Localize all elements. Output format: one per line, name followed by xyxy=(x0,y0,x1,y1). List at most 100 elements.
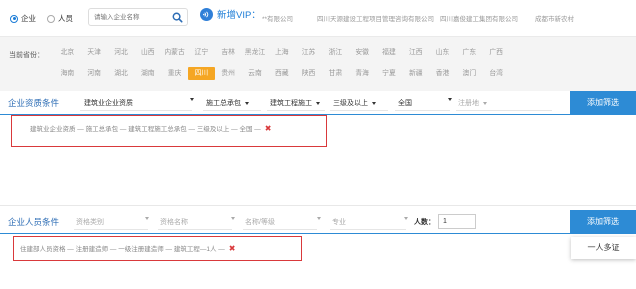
broadcast-icon xyxy=(200,7,213,21)
province-item[interactable]: 四川 xyxy=(187,67,215,80)
province-item[interactable]: 吉林 xyxy=(215,46,242,59)
vip-section: 新增VIP： xyxy=(200,7,261,21)
section-divider xyxy=(0,205,636,206)
radio-person-label: 人员 xyxy=(58,14,73,23)
qualification-result: 建筑业企业资质 — 施工总承包 — 建筑工程施工总承包 — 三级及以上 — 全国… xyxy=(30,123,272,134)
province-item[interactable]: 湖南 xyxy=(134,67,161,80)
province-item[interactable]: 上海 xyxy=(268,46,295,59)
province-item[interactable]: 江苏 xyxy=(295,46,322,59)
province-label: 当前省份： xyxy=(9,52,44,59)
province-item[interactable]: 广西 xyxy=(483,46,510,59)
search-input[interactable] xyxy=(94,9,172,25)
select-underline xyxy=(243,229,317,230)
caret-down-icon[interactable] xyxy=(400,217,408,220)
vip-label: 新增VIP： xyxy=(217,10,261,21)
qualification-category-select[interactable]: 资格类别 xyxy=(76,217,104,227)
caret-down-icon[interactable] xyxy=(186,98,194,101)
province-item[interactable]: 重庆 xyxy=(161,67,188,80)
province-item[interactable]: 宁夏 xyxy=(376,67,403,80)
province-item[interactable]: 内蒙古 xyxy=(161,46,188,59)
caret-down-icon xyxy=(245,101,249,105)
name-level-select[interactable]: 名称/等级 xyxy=(245,217,275,227)
grade-select[interactable]: 三级及以上 xyxy=(333,98,376,108)
province-item[interactable]: 安徽 xyxy=(349,46,376,59)
province-item[interactable]: 海南 xyxy=(54,67,81,80)
top-search-bar: 企业 人员 新增VIP： **有限公司 四川天源建设工程项目管理咨询有限公司 四… xyxy=(0,0,636,36)
select-underline xyxy=(203,110,261,111)
caret-down-icon xyxy=(483,101,487,105)
radio-company[interactable]: 企业 xyxy=(10,13,36,24)
registration-select[interactable]: 注册地 xyxy=(458,98,487,108)
radio-dot[interactable] xyxy=(47,14,55,23)
caret-down-icon[interactable] xyxy=(444,98,452,101)
select-underline xyxy=(330,229,406,230)
province-item[interactable]: 广东 xyxy=(456,46,483,59)
search-icon[interactable] xyxy=(172,12,183,23)
select-underline xyxy=(158,229,232,230)
select-value: 施工总承包 xyxy=(206,100,241,107)
multi-cert-dropdown-option[interactable]: 一人多证 xyxy=(571,237,636,259)
qualification-type-select[interactable]: 建筑业企业资质 xyxy=(84,98,133,108)
specialty-select[interactable]: 建筑工程施工 xyxy=(270,98,320,108)
search-box xyxy=(88,8,188,26)
close-icon[interactable]: ✖ xyxy=(265,124,272,133)
province-item[interactable]: 新疆 xyxy=(402,67,429,80)
personnel-condition-bar: 企业人员条件 资格类别 资格名称 名称/等级 专业 人数： 添加筛选 xyxy=(0,210,636,234)
province-item[interactable]: 北京 xyxy=(54,46,81,59)
personnel-result: 住建部人员资格 — 注册建造师 — 一级注册建造师 — 建筑工程—1人 — ✖ xyxy=(20,243,236,254)
province-item[interactable]: 河北 xyxy=(108,46,135,59)
province-item[interactable]: 青海 xyxy=(349,67,376,80)
province-item[interactable]: 澳门 xyxy=(456,67,483,80)
province-item[interactable]: 西藏 xyxy=(268,67,295,80)
province-item[interactable]: 贵州 xyxy=(215,67,242,80)
count-input[interactable] xyxy=(438,214,476,229)
add-filter-button[interactable]: 添加筛选 xyxy=(570,210,636,234)
vip-company-link[interactable]: 成都市新农村 xyxy=(535,13,585,23)
province-item[interactable]: 河南 xyxy=(81,67,108,80)
select-underline xyxy=(267,110,325,111)
radio-company-label: 企业 xyxy=(21,14,36,23)
region-select[interactable]: 全国 xyxy=(398,98,412,108)
province-item[interactable]: 福建 xyxy=(376,46,403,59)
count-label: 人数： xyxy=(414,219,435,226)
province-item[interactable]: 台湾 xyxy=(483,67,510,80)
vip-company-list: **有限公司 四川天源建设工程项目管理咨询有限公司 四川嘉俊建工集团有限公司 成… xyxy=(262,13,585,23)
caret-down-icon xyxy=(316,101,320,105)
province-panel: 当前省份： 北京 天津 河北 山西 内蒙古 辽宁 吉林 黑龙江 上海 江苏 浙江 安徽 福建 江西 山东 广东… xyxy=(0,36,636,91)
province-item[interactable]: 湖北 xyxy=(108,67,135,80)
specialty-select[interactable]: 专业 xyxy=(332,217,346,227)
qualification-name-select[interactable]: 资格名称 xyxy=(160,217,188,227)
add-filter-button[interactable]: 添加筛选 xyxy=(570,91,636,115)
select-value: 建筑工程施工 xyxy=(270,100,312,107)
select-value: 建筑业企业资质 xyxy=(84,100,133,107)
province-item[interactable]: 黑龙江 xyxy=(242,46,269,59)
vip-company-link[interactable]: 四川天源建设工程项目管理咨询有限公司 xyxy=(317,13,440,23)
province-item[interactable]: 天津 xyxy=(81,46,108,59)
province-item[interactable]: 辽宁 xyxy=(188,46,215,59)
radio-dot-selected[interactable] xyxy=(10,14,18,23)
caret-down-icon[interactable] xyxy=(313,217,321,220)
province-item[interactable]: 甘肃 xyxy=(322,67,349,80)
province-item[interactable]: 浙江 xyxy=(322,46,349,59)
category-select[interactable]: 施工总承包 xyxy=(206,98,249,108)
qualification-result-text: 建筑业企业资质 — 施工总承包 — 建筑工程施工总承包 — 三级及以上 — 全国… xyxy=(30,126,261,133)
province-item[interactable]: 山东 xyxy=(429,46,456,59)
province-item[interactable]: 山西 xyxy=(134,46,161,59)
province-item[interactable]: 香港 xyxy=(429,67,456,80)
caret-down-icon[interactable] xyxy=(227,217,235,220)
close-icon[interactable]: ✖ xyxy=(229,244,236,253)
select-placeholder: 注册地 xyxy=(458,100,479,107)
select-underline xyxy=(395,110,450,111)
province-row-2: 海南 河南 湖北 湖南 重庆 四川 贵州 云南 西藏 陕西 甘肃 青海 宁夏 新疆 香港 澳门 台湾 xyxy=(54,67,510,80)
province-item[interactable]: 陕西 xyxy=(295,67,322,80)
caret-down-icon xyxy=(372,101,376,105)
vip-company-link[interactable]: 四川嘉俊建工集团有限公司 xyxy=(440,13,535,23)
qualification-condition-bar: 企业资质条件 建筑业企业资质 施工总承包 建筑工程施工 三级及以上 全国 注册地… xyxy=(0,91,636,115)
caret-down-icon[interactable] xyxy=(141,217,149,220)
radio-person[interactable]: 人员 xyxy=(47,13,73,24)
province-item[interactable]: 江西 xyxy=(402,46,429,59)
select-value: 三级及以上 xyxy=(333,100,368,107)
select-underline xyxy=(80,110,192,111)
province-item[interactable]: 云南 xyxy=(242,67,269,80)
vip-company-link[interactable]: **有限公司 xyxy=(262,13,317,23)
